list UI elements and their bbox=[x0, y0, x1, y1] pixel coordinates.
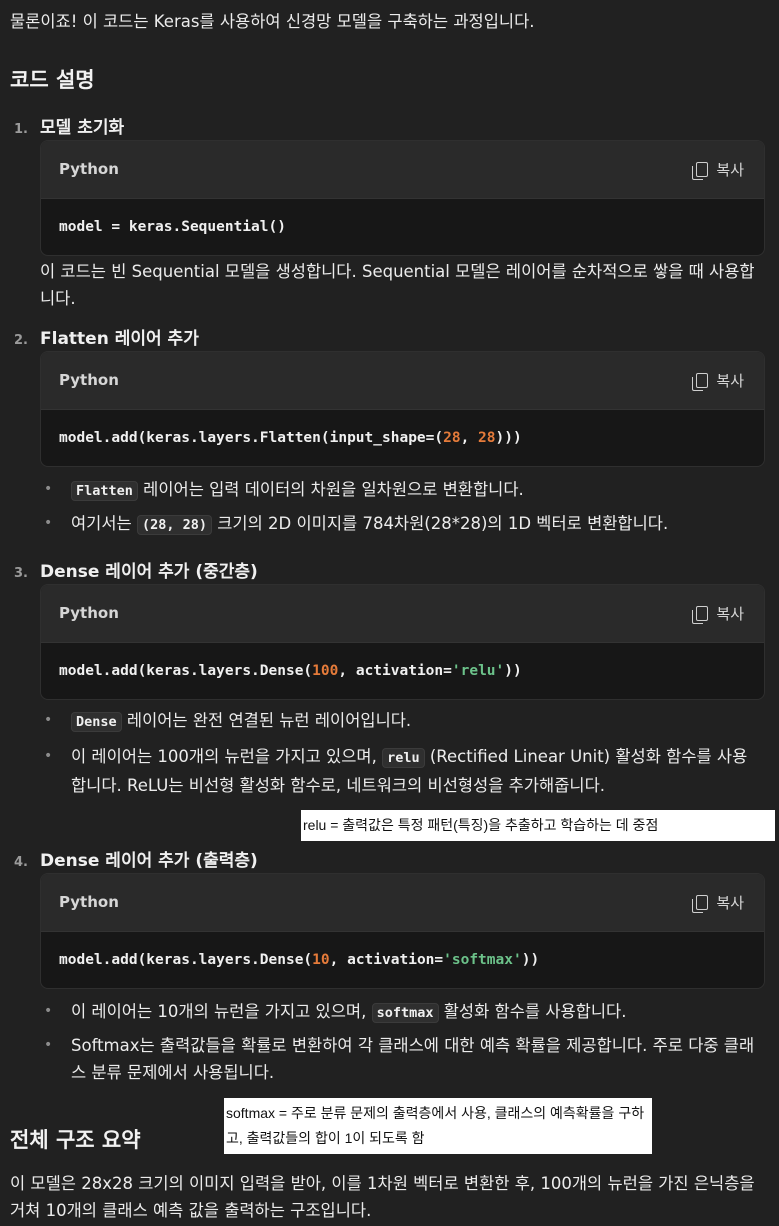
code-number: 28 bbox=[478, 430, 496, 446]
code-content: model.add(keras.layers.Flatten(input_sha… bbox=[41, 410, 764, 466]
copy-button[interactable]: 복사 bbox=[692, 370, 744, 391]
copy-button[interactable]: 복사 bbox=[692, 892, 744, 913]
copy-label: 복사 bbox=[716, 161, 744, 179]
code-number: 100 bbox=[312, 663, 339, 679]
code-block-3: Python 복사 model.add(keras.layers.Dense(1… bbox=[40, 584, 765, 700]
step-2-title: 2. Flatten 레이어 추가 bbox=[14, 324, 199, 349]
step-number: 4. bbox=[14, 855, 28, 870]
code-content: model.add(keras.layers.Dense(100, activa… bbox=[41, 643, 764, 699]
bullet-text: 레이어는 입력 데이터의 차원을 일차원으로 변환합니다. bbox=[137, 480, 524, 499]
bullet-icon: • bbox=[44, 481, 53, 497]
copy-label: 복사 bbox=[716, 605, 744, 623]
code-token: model.add(keras.layers.Dense( bbox=[59, 663, 313, 679]
copy-label: 복사 bbox=[716, 372, 744, 390]
code-language: Python bbox=[59, 160, 119, 178]
step-4-title: 4. Dense 레이어 추가 (출력층) bbox=[14, 846, 258, 871]
code-token: , activation= bbox=[329, 952, 444, 968]
copy-label: 복사 bbox=[716, 894, 744, 912]
bullet-icon: • bbox=[44, 748, 53, 764]
inline-code: Dense bbox=[71, 712, 122, 732]
step-title-text: Dense 레이어 추가 (출력층) bbox=[40, 851, 258, 871]
copy-button[interactable]: 복사 bbox=[692, 603, 744, 624]
section-heading-summary: 전체 구조 요약 bbox=[10, 1128, 141, 1152]
inline-code: (28, 28) bbox=[136, 515, 212, 535]
code-language: Python bbox=[59, 893, 119, 911]
code-header: Python 복사 bbox=[41, 141, 764, 199]
bullet-text: 레이어는 완전 연결된 뉴런 레이어입니다. bbox=[121, 711, 412, 730]
code-content: model = keras.Sequential() bbox=[59, 219, 286, 235]
code-header: Python 복사 bbox=[41, 585, 764, 643]
step-1-description: 이 코드는 빈 Sequential 모델을 생성합니다. Sequential… bbox=[40, 262, 755, 308]
copy-button[interactable]: 복사 bbox=[692, 159, 744, 180]
bullet-text: 여기서는 bbox=[71, 514, 137, 533]
bullet-text: 이 레이어는 100개의 뉴런을 가지고 있으며, bbox=[71, 747, 383, 766]
code-block-4: Python 복사 model.add(keras.layers.Dense(1… bbox=[40, 873, 765, 989]
step-number: 3. bbox=[14, 566, 28, 581]
code-token: )) bbox=[504, 663, 522, 679]
code-token: model.add(keras.layers.Dense( bbox=[59, 952, 313, 968]
code-token: , activation= bbox=[338, 663, 452, 679]
intro-text: 물론이죠! 이 코드는 Keras를 사용하여 신경망 모델을 구축하는 과정입… bbox=[10, 12, 535, 31]
code-header: Python 복사 bbox=[41, 352, 764, 410]
code-number: 10 bbox=[312, 952, 330, 968]
step-title-text: Dense 레이어 추가 (중간층) bbox=[40, 562, 258, 582]
code-language: Python bbox=[59, 604, 119, 622]
code-content: model.add(keras.layers.Dense(10, activat… bbox=[41, 932, 764, 988]
copy-icon bbox=[692, 895, 709, 913]
step-number: 1. bbox=[14, 122, 28, 137]
bullet-icon: • bbox=[44, 712, 53, 728]
inline-code: Flatten bbox=[71, 481, 138, 501]
bullet-text: 활성화 함수를 사용합니다. bbox=[438, 1002, 627, 1021]
code-string: 'softmax' bbox=[443, 952, 522, 968]
code-number: 28 bbox=[443, 430, 461, 446]
bullet-text: 크기의 2D 이미지를 784차원(28*28)의 1D 벡터로 변환합니다. bbox=[212, 514, 669, 533]
relu-annotation-note: relu = 출력값은 특정 패턴(특징)을 추출하고 학습하는 데 중점 bbox=[301, 810, 775, 841]
code-header: Python 복사 bbox=[41, 874, 764, 932]
step-title-text: 모델 초기화 bbox=[40, 118, 125, 138]
summary-text: 이 모델은 28x28 크기의 이미지 입력을 받아, 이를 1차원 벡터로 변… bbox=[10, 1174, 755, 1220]
list-item: • 여기서는 (28, 28) 크기의 2D 이미지를 784차원(28*28)… bbox=[44, 510, 759, 539]
bullet-icon: • bbox=[44, 515, 53, 531]
code-block-1: Python 복사 model = keras.Sequential() bbox=[40, 140, 765, 256]
inline-code: relu bbox=[382, 748, 425, 768]
list-item: • 이 레이어는 10개의 뉴런을 가지고 있으며, softmax 활성화 함… bbox=[44, 998, 759, 1027]
bullet-text: Softmax는 출력값들을 확률로 변환하여 각 클래스에 대한 예측 확률을… bbox=[71, 1036, 755, 1082]
code-block-2: Python 복사 model.add(keras.layers.Flatten… bbox=[40, 351, 765, 467]
list-item: • Softmax는 출력값들을 확률로 변환하여 각 클래스에 대한 예측 확… bbox=[44, 1032, 759, 1086]
inline-code: softmax bbox=[371, 1003, 439, 1023]
code-token: model.add(keras.layers.Flatten(input_sha… bbox=[59, 430, 444, 446]
step-number: 2. bbox=[14, 333, 28, 348]
code-token: , bbox=[460, 430, 479, 446]
code-language: Python bbox=[59, 371, 119, 389]
bullet-icon: • bbox=[44, 1003, 53, 1019]
bullet-icon: • bbox=[44, 1037, 53, 1053]
step-title-text: Flatten 레이어 추가 bbox=[40, 329, 199, 349]
code-token: ))) bbox=[495, 430, 522, 446]
step-1-title: 1. 모델 초기화 bbox=[14, 113, 124, 138]
bullet-text: 이 레이어는 10개의 뉴런을 가지고 있으며, bbox=[71, 1002, 372, 1021]
copy-icon bbox=[692, 606, 709, 624]
step-3-title: 3. Dense 레이어 추가 (중간층) bbox=[14, 557, 258, 582]
softmax-annotation-note: softmax = 주로 분류 문제의 출력층에서 사용, 클래스의 예측확률을… bbox=[224, 1098, 652, 1154]
list-item: • Flatten 레이어는 입력 데이터의 차원을 일차원으로 변환합니다. bbox=[44, 476, 759, 505]
copy-icon bbox=[692, 162, 709, 180]
code-token: )) bbox=[521, 952, 540, 968]
section-heading-code: 코드 설명 bbox=[10, 68, 95, 92]
list-item: • 이 레이어는 100개의 뉴런을 가지고 있으며, relu (Rectif… bbox=[44, 743, 759, 799]
code-string: 'relu' bbox=[451, 663, 505, 679]
list-item: • Dense 레이어는 완전 연결된 뉴런 레이어입니다. bbox=[44, 707, 759, 736]
copy-icon bbox=[692, 373, 709, 391]
